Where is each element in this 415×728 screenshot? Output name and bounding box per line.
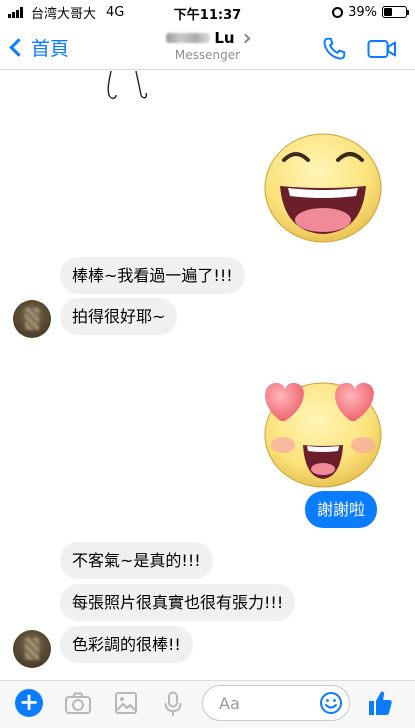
plus-icon[interactable]: + (15, 689, 43, 717)
incoming-message-3[interactable]: 不客氣~是真的!!! (60, 542, 213, 580)
contact-title[interactable]: Lu Messenger (0, 28, 415, 62)
incoming-message-5[interactable]: 色彩調的很棒!! (60, 626, 193, 664)
thumbs-up-icon[interactable] (367, 689, 393, 717)
incoming-message-4[interactable]: 每張照片很真實也很有張力!!! (60, 584, 296, 622)
heart-eyes-emoji-sticker[interactable] (259, 373, 387, 489)
battery-percent: 39% (348, 4, 377, 20)
camera-icon[interactable] (64, 691, 92, 715)
phone-icon[interactable] (321, 36, 347, 62)
partial-image-attachment[interactable] (96, 71, 156, 103)
incoming-message-1[interactable]: 棒棒~我看過一遍了!!! (60, 257, 245, 295)
chevron-right-icon (240, 33, 251, 43)
outgoing-message[interactable]: 謝謝啦 (305, 491, 378, 529)
message-input[interactable]: Aa (202, 685, 350, 721)
microphone-icon[interactable] (163, 691, 183, 717)
image-icon[interactable] (114, 691, 138, 715)
carrier-name: 台湾大哥大 (31, 6, 97, 22)
battery-fill (384, 8, 393, 16)
emoji-icon[interactable] (319, 691, 343, 715)
carrier-info: 台湾大哥大 4G (8, 3, 124, 22)
alarm-icon (332, 6, 344, 18)
contact-subtitle: Messenger (174, 48, 241, 62)
message-input-placeholder: Aa (219, 694, 240, 713)
conversation-header: 首頁 Lu Messenger (0, 24, 415, 70)
battery-icon (382, 6, 409, 18)
video-camera-icon[interactable] (367, 38, 397, 60)
status-bar: 台湾大哥大 4G 下午11:37 39% (0, 0, 415, 24)
message-list[interactable]: 棒棒~我看過一遍了!!! 拍得很好耶~ 謝謝啦 不客氣~是真的!!! 每張照片很… (0, 71, 415, 680)
avatar[interactable] (13, 630, 51, 668)
laughing-emoji-sticker[interactable] (262, 128, 384, 246)
signal-strength-icon (8, 6, 23, 18)
network-type: 4G (106, 4, 125, 20)
blurred-name (166, 33, 211, 43)
avatar[interactable] (13, 300, 51, 338)
composer-toolbar: + Aa (0, 680, 415, 728)
contact-name: Lu (214, 29, 235, 47)
incoming-message-2[interactable]: 拍得很好耶~ (60, 298, 178, 336)
